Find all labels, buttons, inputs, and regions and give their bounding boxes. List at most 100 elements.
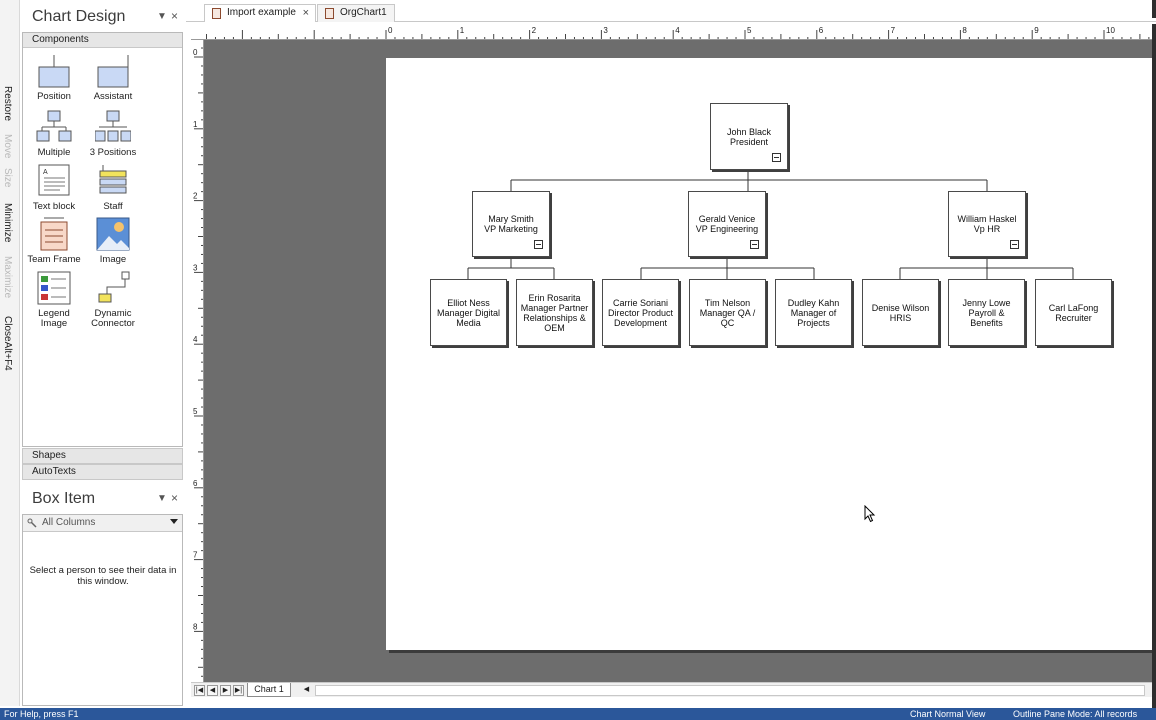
person-name: Erin Rosarita [528,292,581,303]
collapse-icon[interactable] [772,153,781,162]
autotexts-section-button[interactable]: AutoTexts [22,464,183,480]
org-box-erin-rosarita[interactable]: Erin Rosarita Manager Partner Relationsh… [516,279,593,346]
close-icon[interactable]: × [171,491,178,505]
ruler-label: 3 [193,263,198,272]
person-title: Payroll & Benefits [968,307,1005,328]
component-text-block[interactable]: A Text block [24,163,84,212]
org-box-tim-nelson[interactable]: Tim Nelson Manager QA / QC [689,279,766,346]
status-outline-mode: Outline Pane Mode: All records [1013,709,1138,719]
chart-page[interactable]: John Black President Mary Smith VP Marke… [386,58,1152,650]
person-name: Tim Nelson [704,297,751,308]
person-title: Manager QA / QC [699,307,756,328]
box-item-title: Box Item [32,490,96,507]
component-label: Position [37,91,71,102]
horizontal-scrollbar[interactable] [315,685,1145,696]
last-sheet-button[interactable]: ▶| [233,685,244,696]
person-name: Dudley Kahn [787,297,840,308]
chevron-down-icon [170,519,178,524]
component-label: Text block [32,201,76,212]
drawing-canvas[interactable]: John Black President Mary Smith VP Marke… [204,40,1152,682]
dropdown-arrow-icon[interactable]: ▼ [157,493,167,504]
component-team-frame[interactable]: Team Frame [24,216,84,265]
svg-text:A: A [43,169,48,176]
org-box-vp-marketing[interactable]: Mary Smith VP Marketing [472,191,550,257]
org-box-vp-hr[interactable]: William Haskel Vp HR [948,191,1026,257]
horizontal-ruler: 0 1 2 3 4 5 6 7 8 9 10 [203,24,1153,40]
previous-sheet-button[interactable]: ◀ [207,685,218,696]
window-menu-strip: Restore Move Size Minimize Maximize Clos… [0,0,20,706]
chart-design-title: Chart Design [32,8,126,25]
ruler-label: 1 [193,120,198,129]
status-view: Chart Normal View [910,709,986,719]
mouse-cursor-icon [864,505,876,523]
org-box-president[interactable]: John Black President [710,103,788,170]
app-window: Restore Move Size Minimize Maximize Clos… [0,0,1156,720]
columns-dropdown[interactable]: All Columns [23,515,182,532]
text-block-icon: A [36,163,72,199]
restore-menu-item[interactable]: Restore [2,86,13,121]
component-dynamic-connector[interactable]: Dynamic Connector [83,270,143,329]
chart-design-header: Chart Design ▼ × [22,2,183,32]
wrench-icon [27,518,37,528]
component-image[interactable]: Image [83,216,143,265]
collapse-icon[interactable] [750,240,759,249]
multiple-icon [36,109,72,145]
status-bar: For Help, press F1 Chart Normal View Out… [0,708,1156,720]
component-multiple[interactable]: Multiple [24,109,84,158]
shapes-section-button[interactable]: Shapes [22,448,183,464]
next-sheet-button[interactable]: ▶ [220,685,231,696]
person-title: Director Product Development [607,307,674,328]
ruler-label: 2 [532,26,537,35]
component-staff[interactable]: Staff [83,163,143,212]
collapse-icon[interactable] [1010,240,1019,249]
components-section-header[interactable]: Components [23,33,182,48]
person-name: Gerald Venice [698,214,756,224]
sheet-tab-bar: |◀ ◀ ▶ ▶| Chart 1 ◀ [191,682,1152,697]
person-title: VP Marketing [484,224,538,234]
scroll-left-icon[interactable]: ◀ [301,685,312,696]
component-legend-image[interactable]: Legend Image [24,270,84,329]
component-position[interactable]: Position [24,53,84,102]
component-label: Legend Image [38,308,70,329]
person-title: HRIS [889,312,912,323]
component-assistant[interactable]: Assistant [83,53,143,102]
org-box-carl-lafong[interactable]: Carl LaFong Recruiter [1035,279,1112,346]
first-sheet-button[interactable]: |◀ [194,685,205,696]
ruler-label: 10 [1106,26,1115,35]
person-title: Manager of Projects [790,307,837,328]
org-box-elliot-ness[interactable]: Elliot Ness Manager Digital Media [430,279,507,346]
component-label: Assistant [93,91,133,102]
dynamic-connector-icon [95,270,131,306]
component-3-positions[interactable]: 3 Positions [83,109,143,158]
staff-icon [95,163,131,199]
tab-orgchart1[interactable]: OrgChart1 [317,4,395,22]
horizontal-ruler-ticks: 0 1 2 3 4 5 6 7 8 9 10 [206,26,1150,39]
team-frame-icon [36,216,72,252]
close-menu-item[interactable]: CloseAlt+F4 [2,316,13,371]
maximize-menu-item: Maximize [2,256,13,299]
person-name: William Haskel [957,214,1017,224]
person-name: Mary Smith [488,214,534,224]
close-icon[interactable]: × [171,9,178,23]
minimize-menu-item[interactable]: Minimize [2,203,13,242]
ruler-label: 7 [193,551,198,560]
person-title: Vp HR [973,224,1001,234]
legend-image-icon [36,270,72,306]
org-box-jenny-lowe[interactable]: Jenny Lowe Payroll & Benefits [948,279,1025,346]
person-title: Manager Digital Media [436,307,501,328]
org-box-vp-engineering[interactable]: Gerald Venice VP Engineering [688,191,766,257]
org-box-dudley-kahn[interactable]: Dudley Kahn Manager of Projects [775,279,852,346]
org-box-carrie-soriani[interactable]: Carrie Soriani Director Product Developm… [602,279,679,346]
tab-import-example[interactable]: Import example × [204,4,316,22]
org-box-denise-wilson[interactable]: Denise Wilson HRIS [862,279,939,346]
status-help: For Help, press F1 [4,709,79,719]
close-tab-icon[interactable]: × [303,5,309,21]
collapse-icon[interactable] [534,240,543,249]
sheet-tab-chart-1[interactable]: Chart 1 [247,683,291,697]
person-name: Carrie Soriani [612,297,669,308]
ruler-label: 8 [962,26,967,35]
ruler-label: 3 [603,26,608,35]
dropdown-arrow-icon[interactable]: ▼ [157,11,167,22]
component-label: Team Frame [27,254,81,265]
ruler-label: 4 [193,335,198,344]
